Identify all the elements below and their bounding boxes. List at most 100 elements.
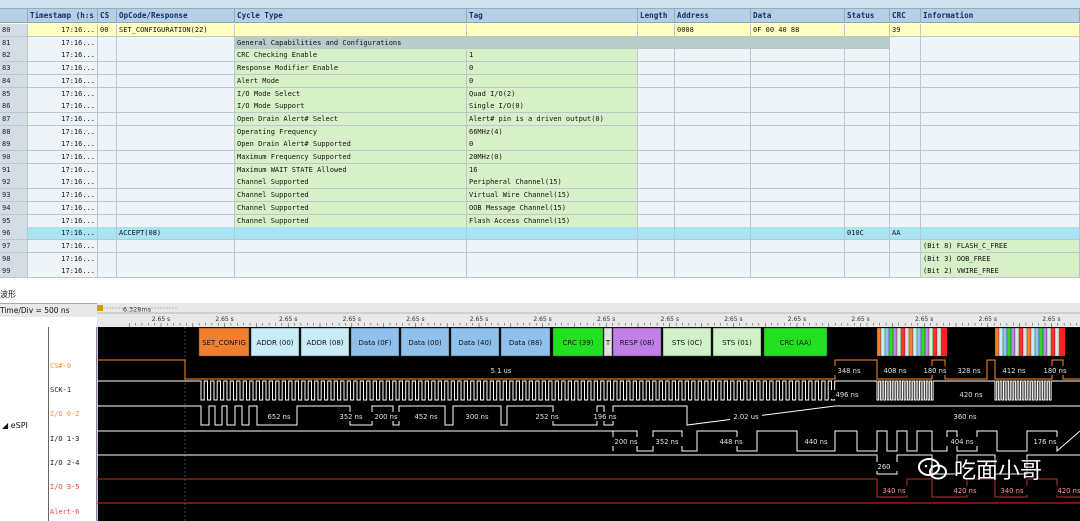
cell-info	[921, 62, 1080, 76]
column-header[interactable]: Timestamp (h:s	[28, 9, 98, 23]
cell-cyc: Open Drain Alert# Select	[235, 112, 467, 126]
table-row[interactable]: 96 17:16... ACCEPT(08) 010C AA	[0, 227, 1080, 241]
row-number: 97	[0, 239, 28, 253]
column-header[interactable]: Length	[638, 9, 675, 23]
cell-ts: 17:16...	[28, 227, 98, 241]
cell-cyc	[235, 24, 467, 37]
packet-box[interactable]: CRC (39)	[552, 327, 604, 357]
cell-tag: Single I/O(0)	[467, 100, 638, 114]
column-header[interactable]: CS	[98, 9, 117, 23]
table-row[interactable]: 83 17:16... Response Modifier Enable 0	[0, 62, 1080, 76]
cell-len	[638, 163, 675, 177]
packet-box[interactable]: ADDR (00)	[250, 327, 300, 357]
packet-box[interactable]: CRC (AA)	[763, 327, 828, 357]
packet-box[interactable]: STS (0C)	[662, 327, 712, 357]
signal-label[interactable]: I/O 3-5	[50, 483, 80, 491]
table-row[interactable]: 81 17:16... General Capabilities and Confi…	[0, 36, 1080, 50]
row-number: 80	[0, 24, 28, 37]
cell-cs	[98, 74, 117, 88]
cell-tag: 20MHz(0)	[467, 151, 638, 164]
column-header[interactable]: Address	[675, 9, 751, 23]
table-row[interactable]: 89 17:16... Open Drain Alert# Supported 0	[0, 138, 1080, 152]
signal-label[interactable]: I/O 0-2	[50, 410, 80, 418]
table-row[interactable]: 84 17:16... Alert Mode 0	[0, 74, 1080, 88]
timing-annotation: 420 ns	[1058, 487, 1080, 495]
column-header[interactable]: Status	[845, 9, 890, 23]
packet-box[interactable]: Data (0F)	[350, 327, 400, 357]
column-header[interactable]: Tag	[467, 9, 638, 23]
cell-cyc	[235, 239, 467, 253]
packet-box[interactable]: SET_CONFIG	[198, 327, 250, 357]
packet-box[interactable]: Data (88)	[500, 327, 551, 357]
table-row[interactable]: 98 17:16... (Bit 3) OOB_FREE	[0, 252, 1080, 266]
cell-op	[117, 62, 235, 76]
table-row[interactable]: 99 17:16... (Bit 2) VWIRE_FREE	[0, 265, 1080, 279]
column-header[interactable]: CRC	[890, 9, 921, 23]
expand-arrow-icon[interactable]: ◢	[2, 421, 11, 430]
cell-len	[638, 227, 675, 241]
tick-label: 2.65 s	[1042, 316, 1060, 323]
cell-cyc: Maximum WAIT STATE Allowed	[235, 163, 467, 177]
column-header[interactable]: Cycle Type	[235, 9, 467, 23]
cell-tag	[467, 24, 638, 37]
watermark-text: 吃面小哥	[953, 459, 1042, 484]
column-header[interactable]: Data	[751, 9, 845, 23]
timing-annotation: 420 ns	[960, 391, 983, 399]
packet-box[interactable]: RESP (08)	[612, 327, 662, 357]
packet-cluster	[1042, 327, 1048, 357]
table-row[interactable]: 94 17:16... Channel Supported OOB Message C…	[0, 201, 1080, 215]
table-row[interactable]: 80 17:16... 00 SET_CONFIGURATION(22) 0008 0F …	[0, 24, 1080, 37]
time-ruler[interactable]: 6.328ms2.65 s 2.65 s 2.65 s 2.65 s 2.65 s 2.6…	[97, 303, 1080, 327]
table-row[interactable]: 95 17:16... Channel Supported Flash Access …	[0, 214, 1080, 228]
cell-info	[921, 100, 1080, 114]
column-header[interactable]: Information	[921, 9, 1080, 23]
cell-cs	[98, 265, 117, 279]
table-row[interactable]: 85 17:16... I/O Mode Select Quad I/O(2)	[0, 87, 1080, 101]
signal-label[interactable]: Alert-6	[50, 508, 80, 516]
table-row[interactable]: 90 17:16... Maximum Frequency Supported 20M…	[0, 151, 1080, 164]
packet-box[interactable]: ADDR (08)	[300, 327, 350, 357]
cell-addr	[675, 201, 751, 215]
packet-box[interactable]: STS (01)	[712, 327, 762, 357]
table-row[interactable]: 87 17:16... Open Drain Alert# Select Alert#…	[0, 112, 1080, 126]
packet-label: Data (40)	[458, 339, 492, 347]
cell-addr	[675, 62, 751, 76]
cell-op	[117, 239, 235, 253]
packet-box[interactable]: Data (40)	[450, 327, 500, 357]
timing-annotation: 412 ns	[1003, 367, 1026, 375]
table-row[interactable]: 97 17:16... (Bit 8) FLASH_C_FREE	[0, 239, 1080, 253]
table-row[interactable]: 82 17:16... CRC Checking Enable 1	[0, 49, 1080, 63]
packet-box[interactable]: Data (00)	[400, 327, 450, 357]
cell-ts: 17:16...	[28, 163, 98, 177]
table-row[interactable]: 92 17:16... Channel Supported Peripheral Ch…	[0, 176, 1080, 190]
cell-status	[845, 100, 890, 114]
signal-label[interactable]: I/O 2-4	[50, 459, 80, 467]
cell-addr	[675, 100, 751, 114]
signal-label[interactable]: CS#-0	[50, 362, 71, 370]
cell-op	[117, 265, 235, 279]
espi-group-label[interactable]: ◢ eSPI	[2, 421, 28, 430]
cell-crc	[890, 189, 921, 203]
cell-len	[638, 189, 675, 203]
timing-annotation: 408 ns	[884, 367, 907, 375]
packet-box[interactable]: T	[603, 327, 613, 357]
waveform-canvas[interactable]: SET_CONFIG ADDR (00) ADDR (08) Data (0F) Dat…	[97, 327, 1080, 521]
table-row[interactable]: 91 17:16... Maximum WAIT STATE Allowed 16	[0, 163, 1080, 177]
table-row[interactable]: 93 17:16... Channel Supported Virtual Wire …	[0, 189, 1080, 203]
cell-ts: 17:16...	[28, 24, 98, 37]
packet-label: SET_CONFIG	[202, 339, 246, 347]
row-number: 88	[0, 125, 28, 139]
watermark: 吃面小哥	[917, 453, 1042, 485]
timing-annotation: 452 ns	[415, 413, 438, 421]
cell-ts: 17:16...	[28, 100, 98, 114]
column-header[interactable]: OpCode/Response	[117, 9, 235, 23]
cell-data	[751, 62, 845, 76]
row-number: 82	[0, 49, 28, 63]
signal-label[interactable]: I/O 1-3	[50, 435, 80, 443]
table-row[interactable]: 88 17:16... Operating Frequency 66MHz(4)	[0, 125, 1080, 139]
signal-label[interactable]: SCK-1	[50, 386, 71, 394]
cursor-marker[interactable]	[97, 305, 103, 311]
table-row[interactable]: 86 17:16... I/O Mode Support Single I/O(0)	[0, 100, 1080, 114]
packet-cluster	[932, 327, 938, 357]
cell-data	[751, 214, 845, 228]
